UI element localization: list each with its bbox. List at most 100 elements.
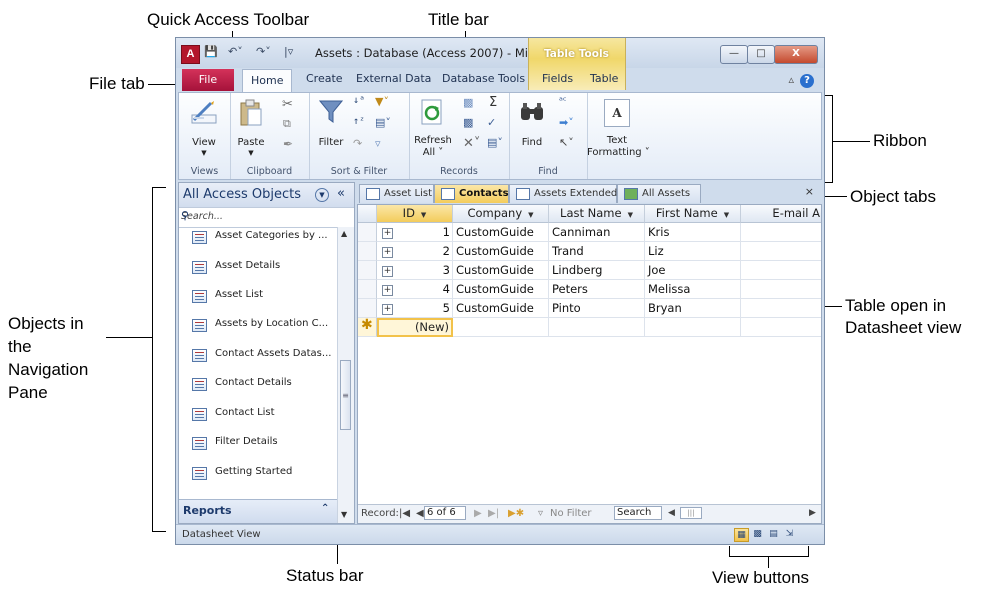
cell-first-name[interactable]: Joe — [645, 261, 741, 280]
column-header-email[interactable]: E-mail A — [741, 205, 821, 223]
row-selector[interactable] — [358, 223, 377, 242]
access-app-icon[interactable]: A — [181, 45, 200, 64]
cell-id[interactable]: 1 — [377, 223, 453, 242]
record-search-box[interactable]: Search — [614, 506, 662, 520]
sort-descending-icon[interactable]: ↑ᶻ — [353, 116, 365, 127]
title-bar[interactable]: A 💾 ↶˅ ↷˅ |▿ Assets : Database (Access 2… — [176, 38, 824, 90]
cell-company[interactable]: CustomGuide — [453, 280, 549, 299]
cell-id[interactable]: 5 — [377, 299, 453, 318]
cell-company[interactable]: CustomGuide — [453, 223, 549, 242]
cell-last-name[interactable]: Canniman — [549, 223, 645, 242]
nav-item[interactable]: Contact Assets Datas... — [179, 345, 337, 374]
scroll-down-icon[interactable]: ▼ — [341, 510, 347, 519]
cell-company[interactable]: CustomGuide — [453, 242, 549, 261]
nav-item[interactable]: Contact Details — [179, 374, 337, 403]
tab-home[interactable]: Home — [242, 69, 293, 92]
spelling-icon[interactable]: ✓ — [487, 116, 496, 129]
text-formatting-icon[interactable]: A — [604, 99, 630, 127]
row-selector[interactable] — [358, 261, 377, 280]
column-dropdown-icon[interactable]: ▼ — [628, 211, 633, 219]
new-record-cell[interactable] — [549, 318, 645, 337]
hscroll-left-icon[interactable]: ◀ — [668, 508, 675, 518]
copy-icon[interactable]: ⧉ — [283, 117, 291, 131]
nav-item[interactable]: Asset Categories by ... — [179, 227, 337, 256]
cell-last-name[interactable]: Lindberg — [549, 261, 645, 280]
cell-company[interactable]: CustomGuide — [453, 261, 549, 280]
new-record-id-cell[interactable]: (New) — [377, 318, 453, 337]
nav-scrollbar[interactable]: ▲ ≡ ▼ — [337, 227, 354, 523]
cell-last-name[interactable]: Trand — [549, 242, 645, 261]
datasheet-view-icon[interactable]: ▦ — [734, 528, 749, 542]
view-button-label[interactable]: View — [187, 137, 221, 148]
nav-pane-dropdown-icon[interactable]: ▼ — [315, 188, 329, 202]
cell-email[interactable] — [741, 242, 821, 261]
column-dropdown-icon[interactable]: ▼ — [724, 211, 729, 219]
previous-record-icon[interactable]: ◀ — [416, 508, 424, 519]
object-tab-all-assets[interactable]: All Assets — [617, 184, 701, 203]
tab-database-tools[interactable]: Database Tools — [442, 72, 525, 85]
nav-item[interactable]: Filter Details — [179, 433, 337, 462]
row-selector[interactable] — [358, 242, 377, 261]
minimize-ribbon-icon[interactable]: ▵ — [788, 73, 794, 86]
paste-dropdown-icon[interactable]: ▼ — [233, 149, 269, 157]
cell-first-name[interactable]: Bryan — [645, 299, 741, 318]
tab-fields[interactable]: Fields — [542, 72, 573, 85]
replace-icon[interactable]: ᵃᶜ — [559, 96, 567, 107]
column-header-id[interactable]: ID ▼ — [377, 205, 453, 223]
next-record-icon[interactable]: ▶ — [474, 508, 482, 519]
collapse-group-icon[interactable]: ⌃ — [321, 503, 329, 514]
selection-filter-icon[interactable]: ▼˅ — [375, 95, 389, 108]
paste-icon[interactable] — [239, 99, 263, 127]
new-record-cell[interactable] — [453, 318, 549, 337]
no-filter-icon[interactable]: ▿ — [538, 508, 543, 519]
current-record-box[interactable]: 6 of 6 — [424, 506, 466, 520]
cell-email[interactable] — [741, 280, 821, 299]
undo-icon[interactable]: ↶˅ — [228, 45, 243, 58]
nav-item[interactable]: Asset Details — [179, 257, 337, 286]
object-tab-contacts[interactable]: Contacts — [434, 184, 509, 203]
cell-first-name[interactable]: Liz — [645, 242, 741, 261]
filter-icon[interactable] — [319, 99, 343, 125]
remove-sort-icon[interactable]: ↷ — [353, 137, 362, 150]
find-button-label[interactable]: Find — [515, 137, 549, 148]
column-header-first-name[interactable]: First Name ▼ — [645, 205, 741, 223]
pivottable-view-icon[interactable]: ▩ — [750, 528, 765, 542]
save-record-icon[interactable]: ▩ — [463, 116, 473, 129]
pivotchart-view-icon[interactable]: ▤ — [766, 528, 781, 542]
cell-last-name[interactable]: Pinto — [549, 299, 645, 318]
cell-email[interactable] — [741, 299, 821, 318]
cell-email[interactable] — [741, 223, 821, 242]
cell-id[interactable]: 3 — [377, 261, 453, 280]
nav-scroll-thumb[interactable]: ≡ — [340, 360, 351, 430]
refresh-all-icon[interactable] — [419, 99, 445, 127]
refresh-label-2[interactable]: All ˅ — [411, 147, 455, 158]
filter-button-label[interactable]: Filter — [313, 137, 349, 148]
nav-pane-header[interactable]: All Access Objects ▼ « — [179, 183, 354, 207]
text-formatting-label-2[interactable]: Formatting ˅ — [587, 147, 650, 158]
tab-create[interactable]: Create — [306, 72, 343, 85]
column-header-company[interactable]: Company ▼ — [453, 205, 549, 223]
save-icon[interactable]: 💾 — [204, 45, 218, 58]
tab-table[interactable]: Table — [590, 72, 618, 85]
search-icon[interactable]: ⚲ — [181, 209, 351, 222]
nav-search-box[interactable]: Search... ⚲ — [179, 207, 354, 228]
format-painter-icon[interactable]: ✒ — [283, 137, 293, 151]
close-object-icon[interactable]: × — [805, 185, 814, 198]
hscroll-thumb[interactable]: ||| — [680, 507, 702, 519]
cell-email[interactable] — [741, 261, 821, 280]
cell-last-name[interactable]: Peters — [549, 280, 645, 299]
cut-icon[interactable]: ✂ — [282, 97, 293, 112]
tab-external-data[interactable]: External Data — [356, 72, 431, 85]
cell-id[interactable]: 2 — [377, 242, 453, 261]
more-records-icon[interactable]: ▤˅ — [487, 136, 503, 149]
minimize-button[interactable]: — — [720, 45, 748, 64]
column-dropdown-icon[interactable]: ▼ — [421, 211, 426, 219]
cell-first-name[interactable]: Melissa — [645, 280, 741, 299]
sort-ascending-icon[interactable]: ↓ᵃ — [353, 95, 365, 106]
cell-id[interactable]: 4 — [377, 280, 453, 299]
maximize-button[interactable]: □ — [747, 45, 775, 64]
nav-item[interactable]: Contact List — [179, 404, 337, 433]
find-icon[interactable] — [519, 101, 545, 123]
nav-item[interactable]: Getting Started — [179, 463, 337, 492]
nav-pane-title[interactable]: All Access Objects — [183, 187, 301, 202]
